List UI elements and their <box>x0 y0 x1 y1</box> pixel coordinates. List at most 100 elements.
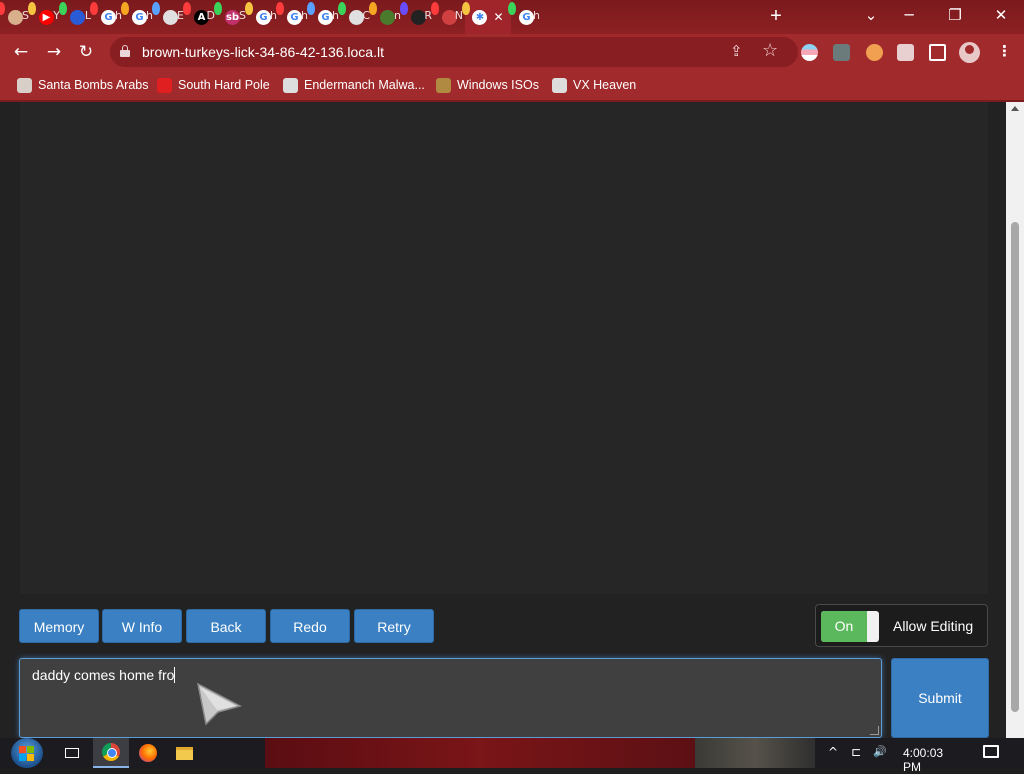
extension-s-icon[interactable] <box>833 44 850 61</box>
allow-editing-toggle[interactable]: On <box>821 611 879 642</box>
bookmark-item[interactable]: Endermanch Malwa... <box>283 75 425 95</box>
restore-button[interactable]: ❐ <box>932 0 978 32</box>
tab-favicon-icon <box>380 9 395 25</box>
allow-editing-control: On Allow Editing <box>815 604 988 647</box>
lock-icon[interactable] <box>120 45 130 57</box>
browser-tab[interactable]: AD <box>183 0 217 34</box>
clock[interactable]: 4:00:03 PM <box>903 746 943 774</box>
extensions-puzzle-icon[interactable] <box>897 44 914 61</box>
start-button[interactable] <box>8 738 46 768</box>
close-window-button[interactable]: ✕ <box>978 0 1024 32</box>
browser-tab[interactable]: L <box>59 0 93 34</box>
browser-tab[interactable]: sb S <box>214 0 248 34</box>
string-light-decoration <box>369 2 377 15</box>
browser-toolbar: ← → ↻ brown-turkeys-lick-34-86-42-136.lo… <box>0 34 1024 70</box>
redo-button[interactable]: Redo <box>270 609 350 643</box>
mouse-pointer-icon <box>196 682 243 726</box>
resize-grip-icon[interactable] <box>870 726 879 735</box>
browser-tab[interactable]: Gh <box>307 0 341 34</box>
tray-overflow-chevron-icon[interactable]: ^ <box>828 745 838 759</box>
memory-button[interactable]: Memory <box>19 609 99 643</box>
bookmark-favicon-icon <box>436 77 451 93</box>
browser-tab[interactable]: Gh <box>276 0 310 34</box>
tab-favicon-icon: G <box>519 9 534 25</box>
side-panel-icon[interactable] <box>929 44 946 61</box>
logo-pane-green <box>27 746 34 753</box>
logo-pane-red <box>19 746 26 753</box>
back-arrow-icon[interactable]: ← <box>9 40 33 64</box>
page-scrollbar[interactable] <box>1006 102 1024 738</box>
address-bar[interactable]: brown-turkeys-lick-34-86-42-136.loca.lt … <box>110 37 798 67</box>
string-light-decoration <box>214 2 222 15</box>
forward-arrow-icon[interactable]: → <box>42 40 66 64</box>
browser-tab[interactable]: N <box>431 0 465 34</box>
volume-icon[interactable]: 🔊 <box>873 745 887 758</box>
task-view-icon[interactable] <box>54 738 90 768</box>
world-info-button[interactable]: W Info <box>102 609 182 643</box>
web-page: Memory W Info Back Redo Retry On Allow E… <box>0 102 1006 738</box>
reload-icon[interactable]: ↻ <box>74 40 98 64</box>
tab-favicon-icon: G <box>318 9 333 25</box>
browser-tab[interactable]: Gh <box>90 0 124 34</box>
string-light-decoration <box>152 2 160 15</box>
bookmark-label: Windows ISOs <box>457 78 539 92</box>
browser-tab[interactable]: E <box>152 0 186 34</box>
new-tab-button[interactable]: + <box>766 6 786 27</box>
browser-tab[interactable]: n <box>369 0 403 34</box>
bookmark-label: South Hard Pole <box>178 78 270 92</box>
windows-logo-icon <box>11 738 43 768</box>
string-light-decoration <box>28 2 36 15</box>
scrollbar-thumb[interactable] <box>1011 222 1019 712</box>
scroll-up-arrow-icon[interactable] <box>1011 106 1019 111</box>
tab-title: h <box>533 9 540 22</box>
browser-menu-icon[interactable]: ⋮ <box>997 42 1012 60</box>
tab-favicon-icon: sb <box>225 9 240 25</box>
prompt-text: daddy comes home fro <box>32 667 175 683</box>
submit-button[interactable]: Submit <box>891 658 989 738</box>
bookmark-favicon-icon <box>157 77 172 93</box>
tab-close-icon[interactable]: ✕ <box>493 10 503 24</box>
tab-favicon-icon <box>70 9 85 25</box>
browser-tab[interactable]: C <box>338 0 372 34</box>
tab-favicon-icon <box>8 9 23 25</box>
toggle-state-label: On <box>821 611 867 642</box>
bookmark-item[interactable]: South Hard Pole <box>157 75 270 95</box>
bookmark-label: Santa Bombs Arabs <box>38 78 149 92</box>
notification-center-icon[interactable] <box>983 745 999 758</box>
string-light-decoration <box>307 2 315 15</box>
url-text[interactable]: brown-turkeys-lick-34-86-42-136.loca.lt <box>142 44 384 60</box>
browser-tab-active[interactable]: ✱ ✕ <box>462 0 511 34</box>
back-button[interactable]: Back <box>186 609 266 643</box>
retry-button[interactable]: Retry <box>354 609 434 643</box>
string-light-decoration <box>59 2 67 15</box>
tab-favicon-icon <box>163 9 178 25</box>
share-icon[interactable]: ⇪ <box>730 42 743 60</box>
tab-search-button[interactable]: ⌄ <box>856 0 886 32</box>
tab-favicon-icon: G <box>256 9 271 25</box>
tab-favicon-icon: G <box>132 9 147 25</box>
browser-tab[interactable]: Gh <box>245 0 279 34</box>
browser-tab[interactable]: ▶ Y <box>28 0 62 34</box>
string-light-decoration <box>90 2 98 15</box>
string-light-decoration <box>183 2 191 15</box>
firefox-taskbar-icon[interactable] <box>130 738 166 768</box>
bookmark-star-icon[interactable]: ☆ <box>762 40 778 61</box>
bookmark-item[interactable]: Windows ISOs <box>436 75 539 95</box>
bookmark-item[interactable]: Santa Bombs Arabs <box>17 75 148 95</box>
prompt-input[interactable]: daddy comes home fro <box>19 658 882 738</box>
extension-avatar-icon[interactable] <box>866 44 883 61</box>
browser-tab[interactable]: S <box>0 0 31 34</box>
extension-flag-icon[interactable] <box>801 44 818 61</box>
chrome-taskbar-icon[interactable] <box>93 738 129 768</box>
browser-tab[interactable]: R <box>400 0 434 34</box>
profile-avatar-icon[interactable] <box>959 42 980 63</box>
file-explorer-icon[interactable] <box>166 738 202 768</box>
string-light-decoration <box>508 2 516 15</box>
allow-editing-label: Allow Editing <box>893 618 974 634</box>
story-output-area[interactable] <box>20 102 988 594</box>
network-icon[interactable]: ⊏ <box>851 745 861 759</box>
bookmark-item[interactable]: VX Heaven <box>552 75 636 95</box>
browser-tab[interactable]: Gh <box>508 0 542 34</box>
minimize-button[interactable]: ─ <box>886 0 932 32</box>
browser-tab[interactable]: Gh <box>121 0 155 34</box>
